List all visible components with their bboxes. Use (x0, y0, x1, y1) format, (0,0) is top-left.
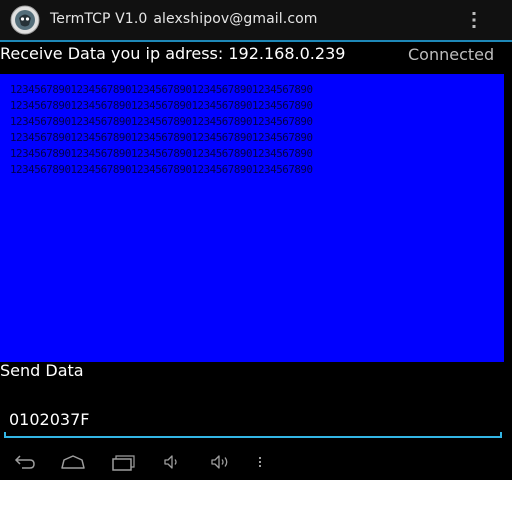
author-email: alexshipov@gmail.com (153, 11, 318, 27)
home-icon[interactable] (60, 450, 86, 474)
app-logo-icon[interactable] (10, 5, 40, 35)
app-title: TermTCP V1.0 alexshipov@gmail.com (50, 11, 318, 27)
overflow-menu-icon[interactable] (468, 10, 480, 30)
input-underline (4, 432, 502, 438)
app-screen: TermTCP V1.0 alexshipov@gmail.com Receive… (0, 0, 512, 480)
received-text: 1234567890123456789012345678901234567890… (10, 83, 313, 176)
menu-icon[interactable] (248, 450, 274, 474)
send-data-label: Send Data (0, 361, 84, 380)
navigation-bar (0, 444, 512, 480)
receive-data-label: Receive Data you ip adress: 192.168.0.23… (0, 44, 346, 63)
title-divider (0, 40, 512, 42)
volume-up-icon[interactable] (208, 450, 234, 474)
app-name: TermTCP V1.0 (50, 11, 148, 27)
back-icon[interactable] (12, 450, 38, 474)
title-bar: TermTCP V1.0 alexshipov@gmail.com (0, 0, 512, 40)
connection-status: Connected (408, 45, 495, 64)
send-data-input[interactable] (4, 402, 500, 436)
receive-data-area[interactable]: 1234567890123456789012345678901234567890… (0, 74, 504, 362)
volume-down-icon[interactable] (160, 450, 186, 474)
recent-apps-icon[interactable] (110, 450, 136, 474)
